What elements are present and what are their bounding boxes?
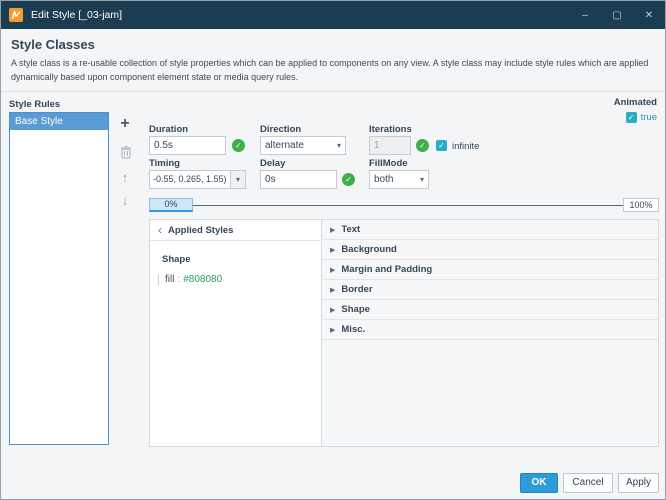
style-rules-label: Style Rules: [9, 99, 61, 110]
applied-styles-header: ‹ Applied Styles: [150, 220, 321, 241]
direction-label: Direction: [260, 124, 302, 135]
infinite-label: infinite: [452, 141, 480, 152]
app-icon: [9, 8, 23, 22]
header-divider: [1, 91, 665, 92]
property-separator: :: [177, 274, 181, 285]
delay-valid-icon: ✓: [342, 173, 355, 186]
collapsed-arrow-icon: ▶: [330, 246, 336, 254]
duration-label: Duration: [149, 124, 189, 135]
close-button[interactable]: ✕: [633, 1, 665, 29]
timing-value: -0.55, 0.265, 1.55): [153, 174, 227, 184]
collapsed-arrow-icon: ▶: [330, 326, 336, 334]
timing-combo[interactable]: -0.55, 0.265, 1.55) ▾: [149, 170, 246, 189]
category-label: Background: [341, 244, 397, 255]
iterations-valid-icon: ✓: [416, 139, 429, 152]
delete-rule-button[interactable]: [117, 143, 135, 161]
collapsed-arrow-icon: ▶: [330, 226, 336, 234]
category-text[interactable]: ▶ Text: [322, 220, 658, 240]
fillmode-value: both: [374, 174, 394, 185]
delay-label: Delay: [260, 158, 286, 169]
fillmode-select[interactable]: both ▾: [369, 170, 429, 189]
applied-styles-pane: ‹ Applied Styles Shape fill: #808080: [150, 220, 322, 446]
category-label: Text: [341, 224, 361, 235]
move-down-button[interactable]: ↓: [116, 191, 134, 209]
animated-checkbox[interactable]: ✓: [625, 112, 637, 123]
maximize-button[interactable]: ▢: [601, 1, 633, 29]
collapsed-arrow-icon: ▶: [330, 286, 336, 294]
applied-styles-title: Applied Styles: [168, 224, 234, 236]
duration-input[interactable]: [149, 136, 226, 155]
add-rule-button[interactable]: +: [116, 115, 134, 133]
direction-select[interactable]: alternate ▾: [260, 136, 346, 155]
move-up-button[interactable]: ↑: [116, 168, 134, 186]
direction-value: alternate: [265, 140, 304, 151]
category-background[interactable]: ▶ Background: [322, 240, 658, 260]
ok-button[interactable]: OK: [520, 473, 558, 493]
collapsed-arrow-icon: ▶: [330, 306, 336, 314]
back-chevron-icon[interactable]: ‹: [158, 224, 162, 236]
timeline-track[interactable]: [193, 205, 623, 206]
delay-input[interactable]: [260, 170, 337, 189]
chevron-down-icon: ▾: [235, 175, 240, 184]
timing-label: Timing: [149, 158, 180, 169]
category-label: Shape: [341, 304, 370, 315]
property-name: fill: [165, 274, 175, 285]
iterations-input: [369, 136, 411, 155]
window-title: Edit Style [_03-jam]: [31, 9, 123, 21]
style-rules-listbox[interactable]: Base Style: [9, 112, 109, 445]
titlebar[interactable]: Edit Style [_03-jam] – ▢ ✕: [1, 1, 665, 29]
fillmode-label: FillMode: [369, 158, 408, 169]
style-property-row[interactable]: fill: #808080: [158, 274, 321, 285]
edit-style-dialog: Edit Style [_03-jam] – ▢ ✕ Style Classes…: [0, 0, 666, 500]
animated-row: ✓ true: [625, 112, 657, 123]
category-margin-padding[interactable]: ▶ Margin and Padding: [322, 260, 658, 280]
description-text: A style class is a re-usable collection …: [11, 58, 649, 82]
category-border[interactable]: ▶ Border: [322, 280, 658, 300]
category-label: Misc.: [341, 324, 366, 335]
timing-dropdown-button[interactable]: ▾: [230, 171, 245, 188]
chevron-down-icon: ▾: [419, 175, 424, 184]
chevron-down-icon: ▾: [336, 141, 341, 150]
category-shape[interactable]: ▶ Shape: [322, 300, 658, 320]
category-label: Margin and Padding: [341, 264, 433, 275]
style-rule-item-base-style[interactable]: Base Style: [10, 113, 108, 130]
applied-group-label: Shape: [162, 254, 191, 265]
iterations-label: Iterations: [369, 124, 412, 135]
timeline-end-stop[interactable]: 100%: [623, 198, 659, 212]
minimize-button[interactable]: –: [569, 1, 601, 29]
animated-value: true: [640, 112, 657, 123]
window-controls: – ▢ ✕: [569, 1, 665, 29]
infinite-checkbox[interactable]: ✓: [436, 140, 447, 151]
collapsed-arrow-icon: ▶: [330, 266, 336, 274]
duration-valid-icon: ✓: [232, 139, 245, 152]
style-categories-pane: ▶ Text ▶ Background ▶ Margin and Padding…: [322, 220, 658, 446]
timeline-start-stop[interactable]: 0%: [149, 198, 193, 212]
apply-button[interactable]: Apply: [618, 473, 659, 493]
cancel-button[interactable]: Cancel: [563, 473, 613, 493]
styles-panel: ‹ Applied Styles Shape fill: #808080 ▶ Te…: [149, 219, 659, 447]
page-title: Style Classes: [11, 37, 95, 52]
property-value: #808080: [183, 274, 223, 285]
category-misc[interactable]: ▶ Misc.: [322, 320, 658, 340]
animated-label: Animated: [613, 97, 657, 108]
category-label: Border: [341, 284, 373, 295]
